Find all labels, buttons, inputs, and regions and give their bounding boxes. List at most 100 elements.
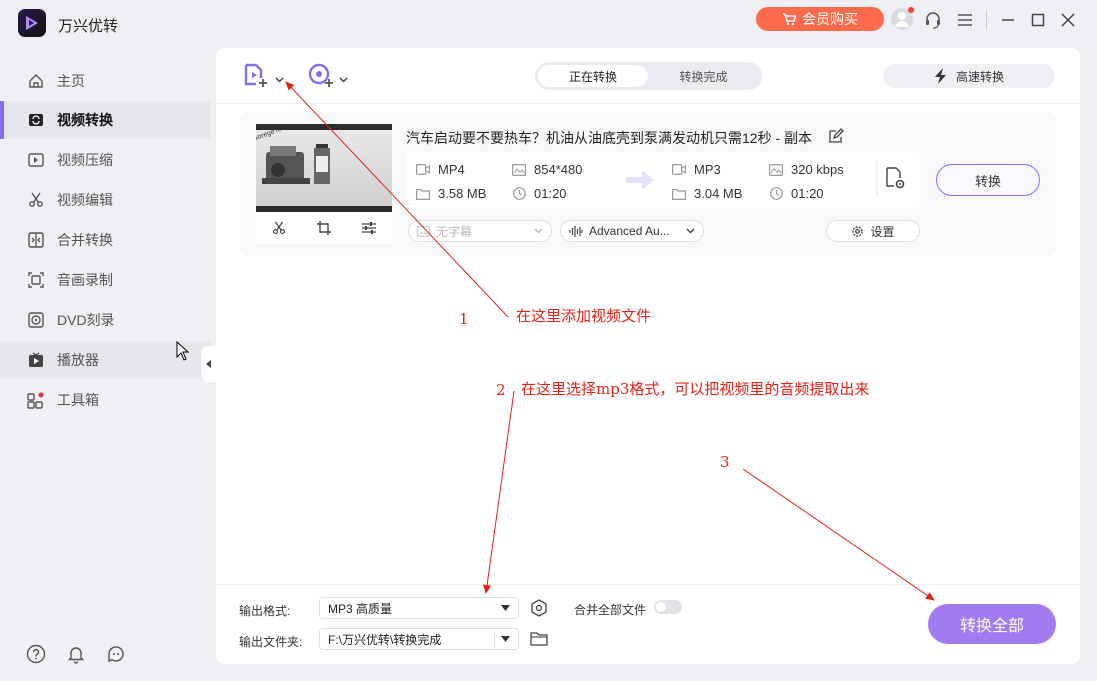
source-format: MP4 [416, 162, 465, 177]
sidebar-item-label: 播放器 [57, 352, 99, 368]
sidebar-item-video-compress[interactable]: 视频压缩 [0, 141, 210, 179]
sidebar-item-label: 合并转换 [57, 232, 113, 248]
merge-icon [27, 231, 45, 249]
sidebar-item-merge[interactable]: 合并转换 [0, 221, 210, 259]
folder-size-icon [672, 188, 686, 200]
sidebar-item-record[interactable]: 音画录制 [0, 261, 210, 299]
sidebar-item-video-convert[interactable]: 视频转换 [0, 101, 210, 139]
tab-converting[interactable]: 正在转换 [538, 65, 648, 87]
scissors-icon [27, 191, 45, 209]
support-headset-icon[interactable] [922, 9, 944, 31]
user-avatar[interactable] [891, 7, 914, 30]
annotation-number-3: 3 [720, 453, 730, 471]
chevron-down-icon [501, 636, 510, 642]
maximize-icon[interactable] [1027, 9, 1049, 31]
source-resolution-value: 854*480 [534, 162, 583, 177]
audio-track-select[interactable]: Advanced Au... [560, 220, 704, 242]
source-size: 3.58 MB [416, 186, 486, 201]
video-format-icon [672, 164, 686, 176]
bell-icon[interactable] [66, 644, 86, 664]
sidebar-item-home[interactable]: 主页 [0, 62, 210, 100]
merge-all-label: 合并全部文件 [574, 603, 647, 617]
fast-convert-button[interactable]: 高速转换 [883, 64, 1055, 88]
lightning-icon [934, 68, 946, 84]
add-file-dropdown-icon[interactable] [275, 70, 284, 88]
video-thumbnail[interactable]: GoregeTech [256, 124, 392, 212]
menu-icon[interactable] [954, 9, 976, 31]
minimize-icon[interactable] [997, 9, 1019, 31]
clock-icon [769, 187, 783, 200]
chevron-down-icon [686, 228, 695, 234]
output-folder-label: 输出文件夹: [239, 635, 303, 649]
sidebar-item-toolbox[interactable]: 工具箱 [0, 381, 210, 419]
effects-sliders-icon[interactable] [362, 221, 377, 235]
settings-label: 设置 [870, 224, 895, 239]
output-format-value: MP3 高质量 [328, 601, 393, 616]
video-format-icon [416, 164, 430, 176]
target-format-value: MP3 [694, 162, 721, 177]
add-disc-icon[interactable] [308, 63, 336, 89]
crop-icon[interactable] [316, 221, 331, 235]
subtitle-icon [417, 225, 430, 237]
tab-completed[interactable]: 转换完成 [648, 65, 759, 87]
titlebar-divider [986, 10, 987, 30]
add-disc-dropdown-icon[interactable] [339, 70, 348, 88]
convert-button[interactable]: 转换 [936, 164, 1040, 196]
resolution-icon [512, 163, 526, 176]
chevron-left-icon [205, 360, 211, 368]
gear-icon [852, 225, 864, 237]
mouse-cursor-icon [176, 341, 190, 361]
subtitle-select[interactable]: 无字幕 [408, 220, 552, 242]
bitrate-icon [769, 163, 783, 176]
annotation-text-1: 在这里添加视频文件 [516, 307, 652, 325]
status-tabs: 正在转换 转换完成 [535, 62, 762, 90]
target-bitrate-value: 320 kbps [791, 162, 844, 177]
output-format-select[interactable]: MP3 高质量 [319, 597, 519, 619]
close-icon[interactable] [1057, 9, 1079, 31]
convert-arrow-icon [626, 170, 654, 190]
toolbar-divider [216, 103, 1080, 104]
output-format-label: 输出格式: [239, 604, 291, 618]
open-folder-icon[interactable] [530, 631, 548, 651]
app-title: 万兴优转 [58, 18, 119, 35]
target-format: MP3 [672, 162, 721, 177]
vip-purchase-button[interactable]: 会员购买 [756, 7, 884, 31]
folder-size-icon [416, 188, 430, 200]
sidebar-item-label: DVD刻录 [57, 312, 115, 328]
engine-oil-image: GoregeTech [256, 124, 330, 184]
target-size-value: 3.04 MB [694, 186, 743, 201]
format-settings-icon[interactable] [530, 599, 548, 622]
sidebar-item-label: 工具箱 [57, 392, 99, 408]
sidebar-item-video-edit[interactable]: 视频编辑 [0, 181, 210, 219]
chevron-down-icon [534, 228, 543, 234]
target-duration: 01:20 [769, 186, 824, 201]
target-duration-value: 01:20 [791, 186, 824, 201]
feedback-icon[interactable] [106, 644, 126, 664]
app-logo [18, 9, 46, 37]
sidebar-item-label: 主页 [57, 73, 85, 89]
help-icon[interactable] [26, 644, 46, 664]
annotation-number-2: 2 [496, 381, 506, 399]
annotation-number-1: 1 [459, 310, 469, 328]
select-divider [494, 631, 495, 647]
output-settings-icon[interactable] [876, 160, 910, 196]
output-folder-select[interactable]: F:\万兴优转\转换完成 [319, 628, 519, 650]
trim-scissors-icon[interactable] [272, 221, 286, 235]
chevron-down-icon [501, 605, 510, 611]
sidebar-item-dvd[interactable]: DVD刻录 [0, 301, 210, 339]
sidebar-item-label: 视频压缩 [57, 152, 113, 168]
rename-edit-icon[interactable] [828, 128, 844, 149]
sidebar-item-label: 视频编辑 [57, 192, 113, 208]
source-duration-value: 01:20 [534, 186, 567, 201]
merge-all-toggle[interactable] [654, 600, 682, 614]
record-icon [27, 271, 45, 289]
audio-wave-icon [569, 225, 583, 237]
settings-button[interactable]: 设置 [826, 220, 920, 242]
source-size-value: 3.58 MB [438, 186, 487, 201]
sidebar-item-label: 音画录制 [57, 272, 113, 288]
convert-all-button[interactable]: 转换全部 [928, 604, 1056, 644]
add-file-icon[interactable] [244, 63, 270, 89]
sidebar-collapse-button[interactable] [201, 346, 216, 382]
cart-icon [783, 12, 796, 25]
convert-icon [27, 111, 45, 129]
